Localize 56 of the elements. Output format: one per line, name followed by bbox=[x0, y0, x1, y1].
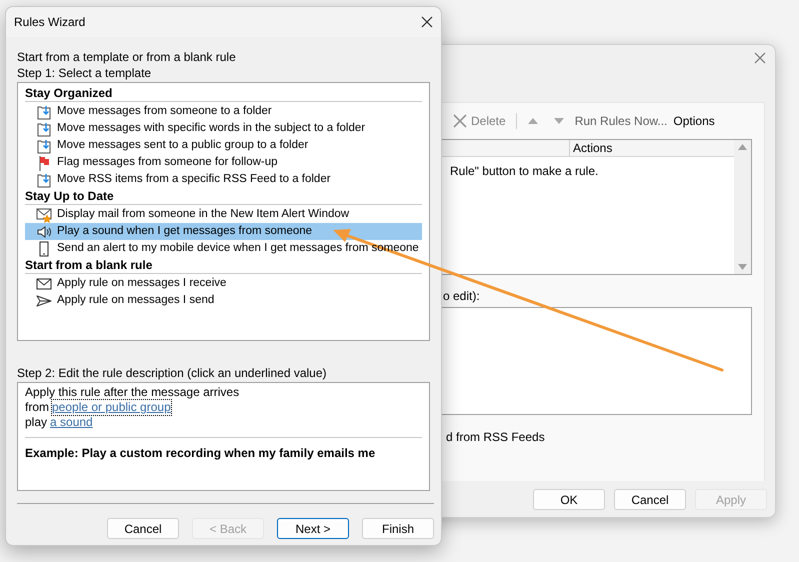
template-item[interactable]: Move messages from someone to a folder bbox=[25, 103, 422, 120]
window-title: Rules Wizard bbox=[14, 14, 86, 31]
group-heading: Start from a blank rule bbox=[25, 257, 422, 274]
dialog-button[interactable]: Finish bbox=[362, 518, 434, 539]
move-up-icon[interactable] bbox=[526, 116, 539, 126]
template-label: Display mail from someone in the New Item Alert Window bbox=[57, 206, 350, 222]
rss-label: d from RSS Feeds bbox=[446, 429, 545, 446]
template-label: Move messages with specific words in the subject to a folder bbox=[57, 120, 366, 136]
dialog-button[interactable]: Cancel bbox=[107, 518, 179, 539]
template-label: Move messages from someone to a folder bbox=[57, 104, 272, 119]
close-icon[interactable] bbox=[421, 16, 433, 28]
template-label: Apply rule on messages I send bbox=[57, 292, 214, 308]
envelope-icon bbox=[36, 276, 52, 292]
step-1-label: Step 1: Select a template bbox=[17, 65, 152, 81]
run-rules-now-button[interactable]: Run Rules Now... bbox=[574, 112, 668, 130]
close-icon bbox=[453, 114, 467, 128]
dialog-button[interactable]: OK bbox=[533, 489, 605, 510]
description-label: o edit): bbox=[442, 288, 481, 305]
template-item[interactable]: Apply rule on messages I receive bbox=[25, 275, 422, 292]
step-2-label: Step 2: Edit the rule description (click an underlined value) bbox=[17, 365, 328, 381]
move-down-icon[interactable] bbox=[552, 116, 565, 126]
group-heading: Stay Organized bbox=[25, 85, 422, 102]
template-item[interactable]: Move messages with specific words in the subject to a folder bbox=[25, 120, 422, 137]
value-link[interactable]: a sound bbox=[50, 415, 93, 430]
folder-move-icon bbox=[36, 172, 52, 188]
folder-move-icon bbox=[36, 104, 52, 120]
template-item[interactable]: Flag messages from someone for follow-up bbox=[25, 154, 422, 171]
delete-button[interactable]: Delete bbox=[453, 112, 506, 130]
group-heading: Stay Up to Date bbox=[25, 188, 422, 205]
value-link[interactable]: people or public group bbox=[52, 400, 171, 415]
envelope-star-icon bbox=[36, 206, 52, 222]
template-label: Move messages sent to a public group to a folder bbox=[57, 138, 308, 153]
folder-move-icon bbox=[36, 120, 52, 136]
template-item[interactable]: Display mail from someone in the New Item Alert Window bbox=[25, 206, 422, 223]
paper-plane-icon bbox=[36, 292, 52, 308]
template-label: Flag messages from someone for follow-up bbox=[57, 154, 278, 170]
template-item[interactable]: Move messages sent to a public group to a folder bbox=[25, 137, 422, 154]
description-text: play bbox=[25, 415, 48, 430]
folder-move-icon bbox=[36, 138, 52, 154]
intro-text: Start from a template or from a blank rule bbox=[17, 49, 237, 65]
description-text: from bbox=[25, 400, 49, 415]
scroll-up-icon[interactable] bbox=[738, 144, 747, 150]
template-label: Apply rule on messages I receive bbox=[57, 276, 226, 291]
template-item[interactable]: Move RSS items from a specific RSS Feed to a folder bbox=[25, 171, 422, 188]
template-label: Play a sound when I get messages from someone bbox=[57, 224, 312, 239]
speaker-icon bbox=[36, 224, 52, 240]
default-button[interactable]: Next > bbox=[277, 518, 349, 539]
options-button[interactable]: Options bbox=[673, 112, 715, 130]
dialog-button[interactable]: Cancel bbox=[614, 489, 686, 510]
template-item[interactable]: Apply rule on messages I send bbox=[25, 292, 422, 309]
empty-list-message: Rule" button to make a rule. bbox=[450, 163, 598, 180]
description-text: Apply this rule after the message arrives bbox=[25, 385, 240, 400]
example-text: Example: Play a custom recording when my family emails me bbox=[25, 445, 376, 462]
scroll-down-icon[interactable] bbox=[738, 264, 747, 270]
template-item[interactable]: Play a sound when I get messages from someone bbox=[25, 223, 422, 240]
template-label: Move RSS items from a specific RSS Feed to a folder bbox=[57, 172, 331, 187]
